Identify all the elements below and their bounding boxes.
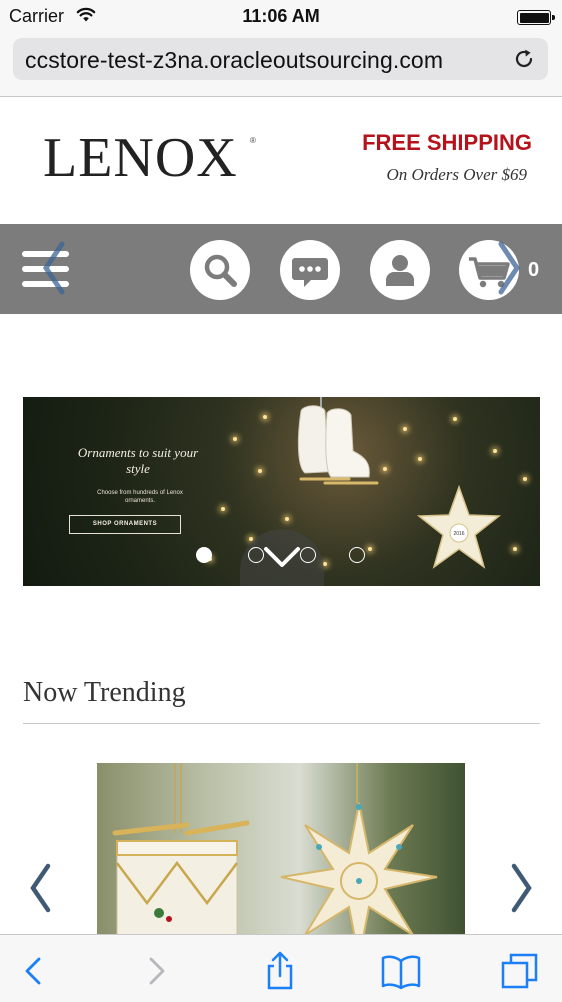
nav-bar: 0 (0, 224, 562, 314)
browser-toolbar (0, 934, 562, 1002)
carousel-dot-2[interactable] (248, 547, 264, 563)
lenox-logo[interactable]: LENOX (43, 126, 238, 190)
free-shipping-subtitle: On Orders Over $69 (386, 165, 527, 184)
hero-subtitle: Choose from hundreds of Lenox ornaments. (97, 490, 183, 504)
account-button[interactable] (370, 240, 430, 300)
product-next-arrow-icon[interactable] (510, 862, 534, 914)
address-bar[interactable]: ccstore-test-z3na.oracleoutsourcing.com (13, 38, 548, 80)
account-icon (386, 255, 414, 286)
registered-mark: ® (250, 136, 256, 145)
cart-count: 0 (528, 259, 540, 281)
now-trending-heading: Now Trending (23, 677, 186, 708)
hero-banner[interactable]: 2016 Ornaments to suit your style Choose… (23, 397, 540, 586)
chat-icon (292, 258, 328, 287)
url-text: ccstore-test-z3na.oracleoutsourcing.com (25, 47, 444, 73)
status-bar: Carrier 11:06 AM (0, 0, 562, 34)
star-ornament-image: 2016 (416, 484, 502, 569)
carousel-dot-1[interactable] (196, 547, 212, 563)
hero-title: Ornaments to suit your style (77, 445, 199, 476)
site-header: LENOX ® FREE SHIPPING On Orders Over $69 (0, 98, 562, 224)
chat-button[interactable] (280, 240, 340, 300)
skates-ornament-image (297, 397, 379, 485)
nav-prev-arrow-icon[interactable] (36, 238, 70, 298)
carousel-dot-4[interactable] (349, 547, 365, 563)
star-year-label: 2016 (453, 531, 464, 537)
status-time: 11:06 AM (242, 6, 320, 26)
shop-ornaments-button[interactable]: SHOP ORNAMENTS (69, 515, 181, 534)
free-shipping-title: FREE SHIPPING (362, 130, 532, 155)
battery-icon (517, 10, 555, 25)
ornaments-product-image (112, 763, 438, 935)
share-icon[interactable] (260, 951, 300, 991)
tabs-icon[interactable] (500, 951, 540, 991)
search-icon (204, 254, 237, 287)
forward-icon[interactable] (137, 951, 177, 991)
bookmarks-icon[interactable] (381, 951, 421, 991)
section-divider (23, 723, 540, 724)
browser-address-area: ccstore-test-z3na.oracleoutsourcing.com (0, 34, 562, 97)
reload-icon[interactable] (513, 48, 535, 70)
trending-product-image[interactable] (97, 763, 465, 935)
carousel-dot-3[interactable] (300, 547, 316, 563)
nav-next-arrow-icon[interactable] (493, 238, 527, 298)
product-prev-arrow-icon[interactable] (28, 862, 52, 914)
search-button[interactable] (190, 240, 250, 300)
back-icon[interactable] (13, 951, 53, 991)
